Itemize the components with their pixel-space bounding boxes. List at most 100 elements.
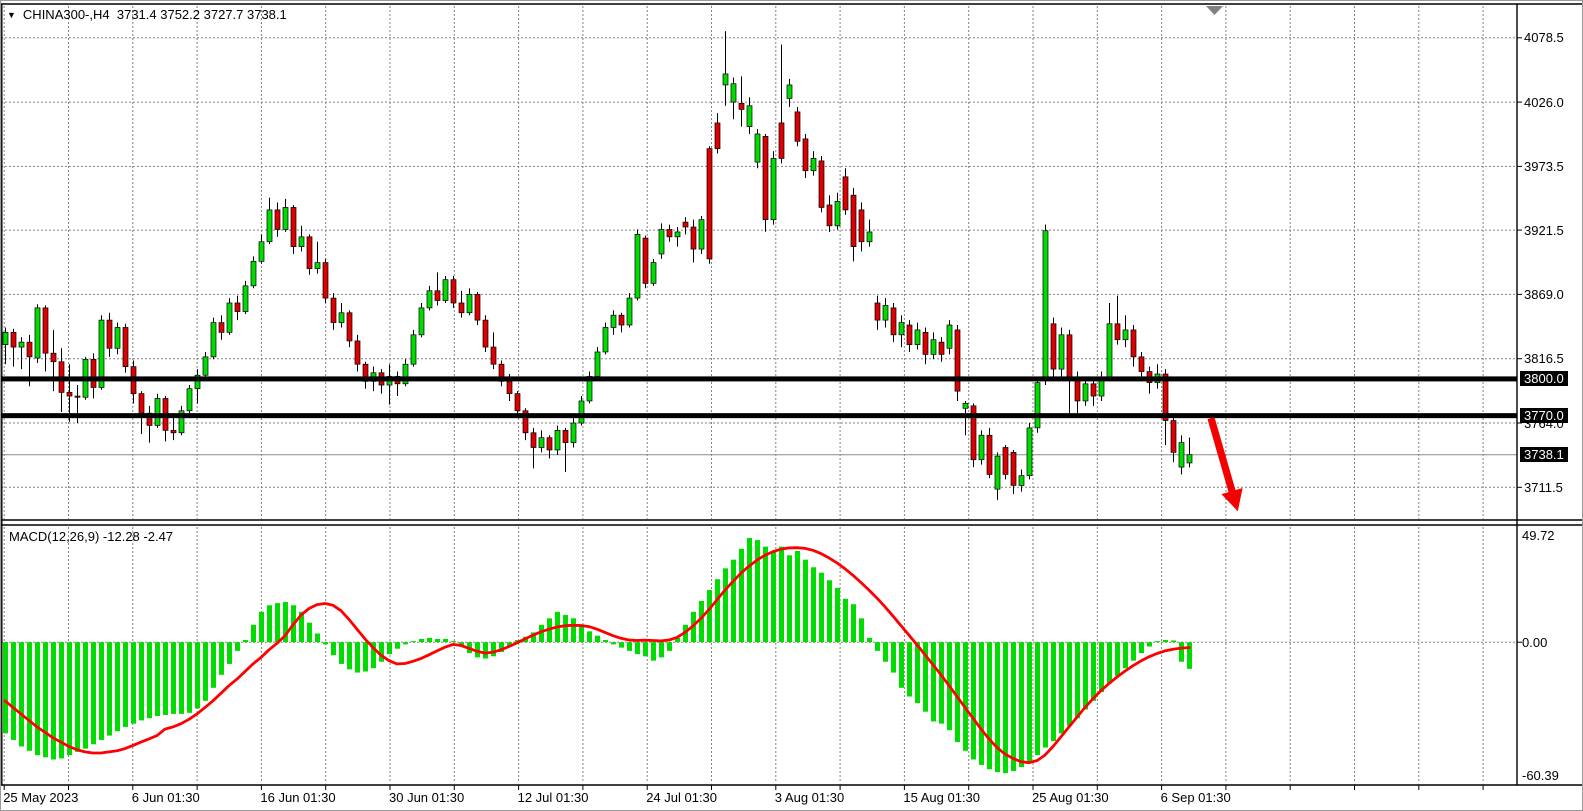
bear-candle	[235, 303, 240, 312]
macd-histogram-bar	[27, 642, 32, 751]
macd-histogram-bar	[387, 642, 392, 654]
bull-candle	[35, 308, 40, 358]
macd-histogram-bar	[139, 642, 144, 720]
symbol-timeframe-label: CHINA300-,H4	[23, 7, 110, 22]
macd-histogram-bar	[203, 642, 208, 701]
macd-histogram-bar	[339, 642, 344, 664]
macd-indicator-label: MACD(12,26,9) -12.28 -2.47	[9, 529, 173, 544]
chart-canvas[interactable]	[1, 1, 1583, 811]
macd-histogram-bar	[219, 642, 224, 675]
macd-histogram-bar	[99, 642, 104, 740]
macd-histogram-bar	[987, 642, 992, 769]
macd-histogram-bar	[147, 642, 152, 718]
bear-candle	[891, 308, 896, 335]
annotation-layer[interactable]	[1206, 6, 1243, 511]
macd-histogram-bar	[1035, 642, 1040, 755]
bear-candle	[1011, 452, 1016, 485]
bear-candle	[563, 430, 568, 442]
macd-histogram-bar	[875, 642, 880, 651]
bear-candle	[1171, 421, 1176, 453]
bull-candle	[267, 210, 272, 242]
macd-histogram-bar	[579, 625, 584, 642]
macd-histogram-bar	[971, 642, 976, 759]
bull-candle	[411, 335, 416, 364]
macd-histogram-bar	[835, 588, 840, 642]
bear-candle	[107, 320, 112, 348]
macd-histogram-bar	[747, 538, 752, 642]
macd-histogram-bar	[435, 639, 440, 642]
macd-histogram-bar	[955, 642, 960, 742]
bear-candle	[547, 438, 552, 450]
macd-histogram-bar	[819, 573, 824, 643]
trading-chart-window: ▼CHINA300-,H4 3731.4 3752.2 3727.7 3738.…	[0, 0, 1583, 811]
macd-histogram-bar	[451, 641, 456, 642]
macd-histogram-bar	[1083, 642, 1088, 709]
macd-histogram-bar	[1171, 640, 1176, 642]
bear-candle	[27, 342, 32, 357]
bear-candle	[51, 353, 56, 362]
symbol-expander-icon[interactable]: ▼	[7, 10, 16, 20]
bear-candle	[1091, 384, 1096, 396]
macd-histogram-bar	[803, 560, 808, 643]
macd-histogram-bar	[1179, 642, 1184, 662]
macd-histogram-bar	[939, 642, 944, 723]
macd-histogram-bar	[1019, 642, 1024, 767]
bull-candle	[1123, 330, 1128, 340]
bear-candle	[483, 320, 488, 347]
bull-candle	[915, 330, 920, 345]
bull-candle	[963, 403, 968, 408]
bear-candle	[171, 430, 176, 432]
macd-histogram-bar	[667, 642, 672, 651]
macd-histogram-bar	[595, 636, 600, 643]
bear-candle	[323, 263, 328, 299]
bull-candle	[699, 220, 704, 249]
bear-candle	[307, 237, 312, 269]
bear-candle	[707, 149, 712, 259]
bull-candle	[867, 232, 872, 242]
bear-candle	[843, 177, 848, 210]
bull-candle	[1059, 335, 1064, 369]
bear-candle	[67, 392, 72, 396]
macd-histogram-bar	[443, 639, 448, 642]
macd-histogram-bar	[67, 642, 72, 755]
macd-histogram-bar	[979, 642, 984, 765]
macd-histogram-bar	[75, 642, 80, 752]
macd-histogram-bar	[699, 601, 704, 642]
bear-candle	[683, 222, 688, 227]
macd-histogram-bar	[275, 603, 280, 642]
bear-candle	[859, 210, 864, 242]
horizontal-level-line	[1, 376, 1517, 381]
chart-shift-marker-icon[interactable]	[1206, 6, 1223, 15]
bull-candle	[443, 280, 448, 301]
bear-candle	[475, 294, 480, 320]
macd-histogram-bar	[43, 642, 48, 757]
macd-histogram-bar	[1091, 642, 1096, 701]
macd-histogram-bar	[659, 642, 664, 657]
bull-candle	[771, 158, 776, 219]
bear-candle	[123, 327, 128, 366]
macd-histogram-bar	[379, 642, 384, 662]
bear-candle	[331, 298, 336, 322]
bull-candle	[835, 201, 840, 225]
bull-candle	[339, 313, 344, 323]
bear-candle	[507, 381, 512, 393]
macd-histogram-bar	[899, 642, 904, 688]
macd-histogram-bar	[123, 642, 128, 727]
bear-candle	[819, 161, 824, 208]
bear-candle	[955, 330, 960, 391]
macd-histogram-bar	[19, 642, 24, 746]
bear-candle	[491, 347, 496, 364]
bear-candle	[1051, 324, 1056, 369]
macd-histogram-bar	[315, 634, 320, 643]
bear-candle	[851, 195, 856, 246]
bear-candle	[939, 342, 944, 354]
macd-histogram-bar	[83, 642, 88, 748]
bull-candle	[787, 85, 792, 98]
sell-arrow-annotation[interactable]	[1208, 417, 1243, 511]
macd-histogram-bar	[859, 618, 864, 642]
macd-histogram-bar	[603, 640, 608, 642]
macd-histogram-bar	[1147, 642, 1152, 646]
macd-histogram-bar	[163, 642, 168, 715]
macd-histogram-bar	[1131, 642, 1136, 660]
macd-histogram-bar	[827, 580, 832, 642]
